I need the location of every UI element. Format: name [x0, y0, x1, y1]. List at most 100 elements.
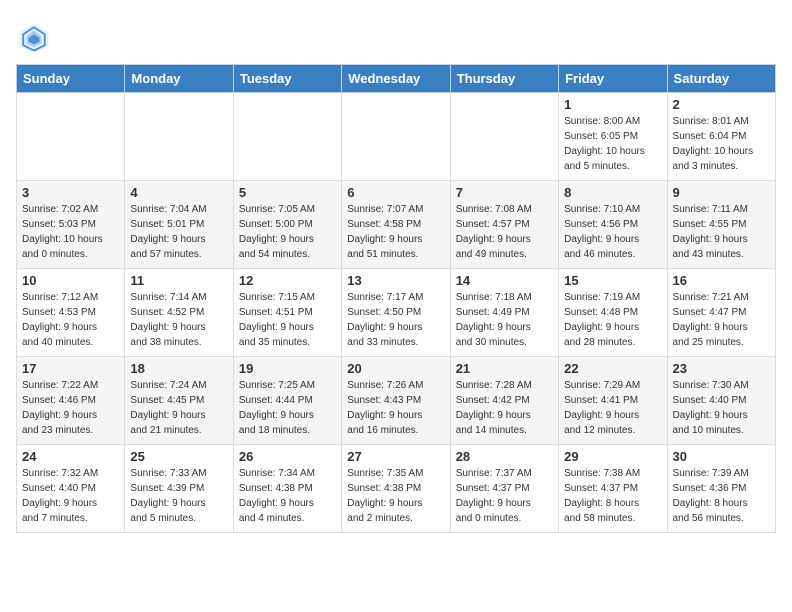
- day-number: 30: [673, 449, 770, 464]
- calendar-week-4: 17Sunrise: 7:22 AM Sunset: 4:46 PM Dayli…: [17, 357, 776, 445]
- day-number: 6: [347, 185, 444, 200]
- day-info: Sunrise: 7:11 AM Sunset: 4:55 PM Dayligh…: [673, 202, 770, 262]
- calendar-cell: 30 Sunrise: 7:39 AM Sunset: 4:36 PM Dayli…: [667, 445, 775, 533]
- calendar-week-3: 10 Sunrise: 7:12 AM Sunset: 4:53 PM Dayli…: [17, 269, 776, 357]
- calendar-cell: 29 Sunrise: 7:38 AM Sunset: 4:37 PM Dayli…: [559, 445, 667, 533]
- day-info: Sunrise: 7:19 AM Sunset: 4:48 PM Dayligh…: [564, 290, 661, 350]
- calendar-cell: [450, 93, 558, 181]
- day-number: 23: [673, 361, 770, 376]
- calendar-cell: [342, 93, 450, 181]
- calendar-week-2: 3Sunrise: 7:02 AM Sunset: 5:03 PM Daylig…: [17, 181, 776, 269]
- day-number: 4: [130, 185, 227, 200]
- day-info: Sunrise: 7:05 AM Sunset: 5:00 PM Dayligh…: [239, 202, 336, 262]
- day-info: Sunrise: 7:02 AM Sunset: 5:03 PM Dayligh…: [22, 202, 119, 262]
- day-info: Sunrise: 7:29 AM Sunset: 4:41 PM Dayligh…: [564, 378, 661, 438]
- calendar-cell: 14 Sunrise: 7:18 AM Sunset: 4:49 PM Dayli…: [450, 269, 558, 357]
- day-info: Sunrise: 7:08 AM Sunset: 4:57 PM Dayligh…: [456, 202, 553, 262]
- calendar-cell: 1 Sunrise: 8:00 AM Sunset: 6:05 PM Daylig…: [559, 93, 667, 181]
- calendar-week-1: 1 Sunrise: 8:00 AM Sunset: 6:05 PM Daylig…: [17, 93, 776, 181]
- calendar-cell: 21 Sunrise: 7:28 AM Sunset: 4:42 PM Dayli…: [450, 357, 558, 445]
- day-number: 14: [456, 273, 553, 288]
- day-info: Sunrise: 7:25 AM Sunset: 4:44 PM Dayligh…: [239, 378, 336, 438]
- calendar-cell: 6 Sunrise: 7:07 AM Sunset: 4:58 PM Daylig…: [342, 181, 450, 269]
- day-info: Sunrise: 7:38 AM Sunset: 4:37 PM Dayligh…: [564, 466, 661, 526]
- day-info: Sunrise: 7:15 AM Sunset: 4:51 PM Dayligh…: [239, 290, 336, 350]
- page-header: [16, 16, 776, 56]
- day-number: 21: [456, 361, 553, 376]
- weekday-header-sunday: Sunday: [17, 65, 125, 93]
- day-number: 15: [564, 273, 661, 288]
- calendar-cell: 22 Sunrise: 7:29 AM Sunset: 4:41 PM Dayli…: [559, 357, 667, 445]
- calendar-week-5: 24Sunrise: 7:32 AM Sunset: 4:40 PM Dayli…: [17, 445, 776, 533]
- calendar-cell: 9Sunrise: 7:11 AM Sunset: 4:55 PM Daylig…: [667, 181, 775, 269]
- day-info: Sunrise: 7:39 AM Sunset: 4:36 PM Dayligh…: [673, 466, 770, 526]
- day-info: Sunrise: 7:26 AM Sunset: 4:43 PM Dayligh…: [347, 378, 444, 438]
- calendar-cell: 16 Sunrise: 7:21 AM Sunset: 4:47 PM Dayli…: [667, 269, 775, 357]
- weekday-header-tuesday: Tuesday: [233, 65, 341, 93]
- calendar-cell: 8 Sunrise: 7:10 AM Sunset: 4:56 PM Daylig…: [559, 181, 667, 269]
- calendar-cell: 3Sunrise: 7:02 AM Sunset: 5:03 PM Daylig…: [17, 181, 125, 269]
- day-info: Sunrise: 7:35 AM Sunset: 4:38 PM Dayligh…: [347, 466, 444, 526]
- day-info: Sunrise: 7:22 AM Sunset: 4:46 PM Dayligh…: [22, 378, 119, 438]
- day-number: 2: [673, 97, 770, 112]
- calendar-cell: 25 Sunrise: 7:33 AM Sunset: 4:39 PM Dayli…: [125, 445, 233, 533]
- day-number: 16: [673, 273, 770, 288]
- day-info: Sunrise: 7:21 AM Sunset: 4:47 PM Dayligh…: [673, 290, 770, 350]
- day-info: Sunrise: 7:30 AM Sunset: 4:40 PM Dayligh…: [673, 378, 770, 438]
- day-number: 27: [347, 449, 444, 464]
- day-number: 1: [564, 97, 661, 112]
- calendar-cell: 12 Sunrise: 7:15 AM Sunset: 4:51 PM Dayli…: [233, 269, 341, 357]
- day-info: Sunrise: 7:37 AM Sunset: 4:37 PM Dayligh…: [456, 466, 553, 526]
- calendar-cell: 18Sunrise: 7:24 AM Sunset: 4:45 PM Dayli…: [125, 357, 233, 445]
- calendar-cell: 10 Sunrise: 7:12 AM Sunset: 4:53 PM Dayli…: [17, 269, 125, 357]
- calendar-cell: 27 Sunrise: 7:35 AM Sunset: 4:38 PM Dayli…: [342, 445, 450, 533]
- weekday-header-wednesday: Wednesday: [342, 65, 450, 93]
- calendar-table: SundayMondayTuesdayWednesdayThursdayFrid…: [16, 64, 776, 533]
- day-number: 5: [239, 185, 336, 200]
- day-info: Sunrise: 8:00 AM Sunset: 6:05 PM Dayligh…: [564, 114, 661, 174]
- calendar-cell: 2Sunrise: 8:01 AM Sunset: 6:04 PM Daylig…: [667, 93, 775, 181]
- weekday-header-friday: Friday: [559, 65, 667, 93]
- day-number: 22: [564, 361, 661, 376]
- day-info: Sunrise: 7:10 AM Sunset: 4:56 PM Dayligh…: [564, 202, 661, 262]
- calendar-cell: 15 Sunrise: 7:19 AM Sunset: 4:48 PM Dayli…: [559, 269, 667, 357]
- day-number: 26: [239, 449, 336, 464]
- calendar-cell: 17Sunrise: 7:22 AM Sunset: 4:46 PM Dayli…: [17, 357, 125, 445]
- day-info: Sunrise: 7:34 AM Sunset: 4:38 PM Dayligh…: [239, 466, 336, 526]
- calendar-cell: 28 Sunrise: 7:37 AM Sunset: 4:37 PM Dayli…: [450, 445, 558, 533]
- weekday-header-monday: Monday: [125, 65, 233, 93]
- day-number: 29: [564, 449, 661, 464]
- day-number: 8: [564, 185, 661, 200]
- day-number: 12: [239, 273, 336, 288]
- day-number: 10: [22, 273, 119, 288]
- calendar-cell: [233, 93, 341, 181]
- day-info: Sunrise: 7:18 AM Sunset: 4:49 PM Dayligh…: [456, 290, 553, 350]
- day-number: 20: [347, 361, 444, 376]
- day-info: Sunrise: 7:14 AM Sunset: 4:52 PM Dayligh…: [130, 290, 227, 350]
- logo: [16, 20, 56, 56]
- day-number: 18: [130, 361, 227, 376]
- calendar-cell: 24Sunrise: 7:32 AM Sunset: 4:40 PM Dayli…: [17, 445, 125, 533]
- day-number: 28: [456, 449, 553, 464]
- day-info: Sunrise: 7:33 AM Sunset: 4:39 PM Dayligh…: [130, 466, 227, 526]
- day-number: 25: [130, 449, 227, 464]
- day-number: 13: [347, 273, 444, 288]
- day-info: Sunrise: 7:04 AM Sunset: 5:01 PM Dayligh…: [130, 202, 227, 262]
- weekday-header-saturday: Saturday: [667, 65, 775, 93]
- calendar-cell: 26 Sunrise: 7:34 AM Sunset: 4:38 PM Dayli…: [233, 445, 341, 533]
- day-number: 19: [239, 361, 336, 376]
- day-info: Sunrise: 7:17 AM Sunset: 4:50 PM Dayligh…: [347, 290, 444, 350]
- calendar-cell: 11 Sunrise: 7:14 AM Sunset: 4:52 PM Dayli…: [125, 269, 233, 357]
- day-info: Sunrise: 7:28 AM Sunset: 4:42 PM Dayligh…: [456, 378, 553, 438]
- day-info: Sunrise: 7:12 AM Sunset: 4:53 PM Dayligh…: [22, 290, 119, 350]
- day-number: 11: [130, 273, 227, 288]
- weekday-header-thursday: Thursday: [450, 65, 558, 93]
- day-number: 24: [22, 449, 119, 464]
- calendar-cell: 4 Sunrise: 7:04 AM Sunset: 5:01 PM Daylig…: [125, 181, 233, 269]
- day-info: Sunrise: 7:07 AM Sunset: 4:58 PM Dayligh…: [347, 202, 444, 262]
- calendar-cell: [17, 93, 125, 181]
- calendar-cell: 19 Sunrise: 7:25 AM Sunset: 4:44 PM Dayli…: [233, 357, 341, 445]
- day-number: 7: [456, 185, 553, 200]
- calendar-cell: [125, 93, 233, 181]
- logo-icon: [16, 20, 52, 56]
